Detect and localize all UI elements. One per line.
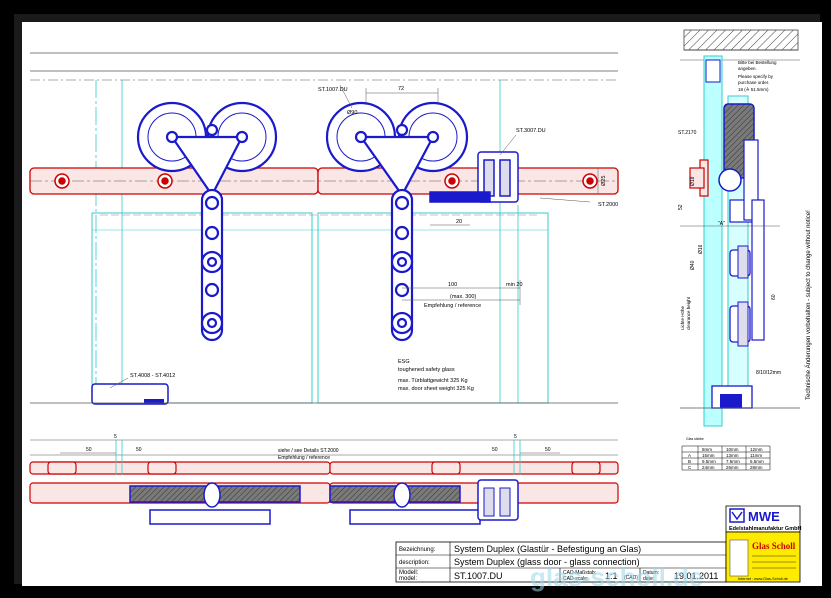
- gt-col-0: 8mm: [702, 447, 712, 452]
- gt-cell: 9.5mm: [702, 459, 716, 464]
- label-st4008: ST.4008 - ST.4012: [130, 373, 175, 379]
- dim-d18: Ø18: [690, 176, 696, 186]
- label-siehe: siehe / see Details ST.2000: [278, 448, 339, 454]
- label-empfehlung2: Empfehlung / reference: [278, 455, 330, 461]
- dim-52: 52: [678, 204, 684, 210]
- dim-d90: Ø90: [347, 110, 357, 116]
- tb-row2-label: description:: [399, 560, 430, 566]
- label-angeben: angeben.: [738, 66, 757, 71]
- technical-drawing: ST.1007.DU ST.3007.DU ST.2000 ST.4008 - …: [29, 29, 812, 592]
- label-st3007du: ST.3007.DU: [516, 128, 546, 134]
- dim-50b: 50: [136, 447, 142, 453]
- hanger-left: [136, 101, 278, 342]
- gt-cell: 24mm: [702, 465, 715, 470]
- esg-title: ESG: [398, 359, 410, 365]
- label-purchase: purchase order.: [738, 80, 769, 85]
- label-st1007du: ST.1007.DU: [318, 87, 348, 93]
- partner-logo: Glas Scholl: [752, 541, 796, 551]
- gt-col-1: 10mm: [726, 447, 739, 452]
- label-clearance: clearance height: [686, 296, 691, 330]
- dim-min20: min 20: [506, 282, 523, 288]
- partner-internet: Internet : www.Glas-Scholl.de: [738, 577, 788, 581]
- label-st2000: ST.2000: [598, 202, 618, 208]
- plan-view: siehe / see Details ST.2000 Empfehlung /…: [29, 434, 619, 525]
- gt-cell: 26mm: [726, 465, 739, 470]
- tb-row3-value: ST.1007.DU: [454, 571, 503, 581]
- gt-col-2: 12mm: [750, 447, 763, 452]
- weight-en: max. door sheet weight 325 Kg: [398, 386, 474, 392]
- side-section: Bitte bei Bestellung angeben. Please spe…: [678, 29, 800, 427]
- company-name: Edelstahlmanufaktur GmbH: [729, 526, 801, 532]
- label-glass-thick: 18 (≙ 51.5mm): [738, 86, 769, 92]
- dim-810: 8/10/12mm: [756, 370, 781, 376]
- watermark: glas-scholl.de: [530, 562, 703, 592]
- label-empfehlung: Empfehlung / reference: [424, 303, 481, 309]
- esg-en: toughened safety glass: [398, 367, 455, 373]
- gt-cell: 7.5mm: [726, 459, 740, 464]
- gt-row-label: A: [688, 453, 691, 458]
- gt-cell: 28mm: [750, 465, 763, 470]
- dim-d16: Ø16: [698, 244, 704, 254]
- gt-cell: 5.5mm: [750, 459, 764, 464]
- dim-5a: 5: [114, 434, 117, 440]
- gt-row-label: C: [688, 465, 692, 470]
- dim-d40: Ø40: [690, 260, 696, 270]
- tb-row1-label: Bezeichnung:: [399, 547, 436, 553]
- glasstable-header: Glas stärke: [686, 437, 704, 441]
- dim-20: 20: [456, 219, 462, 225]
- dim-60: 60: [771, 294, 777, 300]
- gt-row-label: B: [688, 459, 691, 464]
- ceiling-hatch: [683, 29, 799, 51]
- gt-cell: 13mm: [726, 453, 739, 458]
- dim-50c: 50: [492, 447, 498, 453]
- label-bitte: Bitte bei Bestellung: [738, 60, 777, 65]
- side-note: Technische Änderungen vorbehalten - subj…: [805, 210, 812, 400]
- label-please: Please specify by: [738, 74, 774, 79]
- tb-row3-label-b: model:: [399, 576, 417, 582]
- dim-a: "A": [718, 221, 725, 227]
- dim-5b: 5: [514, 434, 517, 440]
- label-st2170: ST.2170: [678, 130, 697, 136]
- label-lichte: Lichte Höhe: [680, 305, 685, 330]
- gt-cell: 11mm: [750, 453, 762, 458]
- dim-max300: (max. 300): [450, 294, 476, 300]
- dim-72: 72: [398, 86, 404, 92]
- front-view: ST.1007.DU ST.3007.DU ST.2000 ST.4008 - …: [29, 52, 619, 405]
- glass-table: Glas stärke 8mm 10mm 12mm A 15mm 13mm 11…: [681, 437, 771, 471]
- mwe-logo: MWE: [748, 509, 780, 524]
- company-block: MWE Edelstahlmanufaktur GmbH Glas Scholl…: [725, 505, 801, 583]
- tb-row1-value: System Duplex (Glastür - Befestigung an …: [454, 544, 641, 554]
- gt-cell: 15mm: [702, 453, 715, 458]
- weight-de: max. Türblattgewicht 325 Kg: [398, 378, 468, 384]
- dim-50d: 50: [545, 447, 551, 453]
- dim-100: 100: [448, 282, 457, 288]
- dim-50a: 50: [86, 447, 92, 453]
- dim-d25: Ø25: [601, 176, 607, 186]
